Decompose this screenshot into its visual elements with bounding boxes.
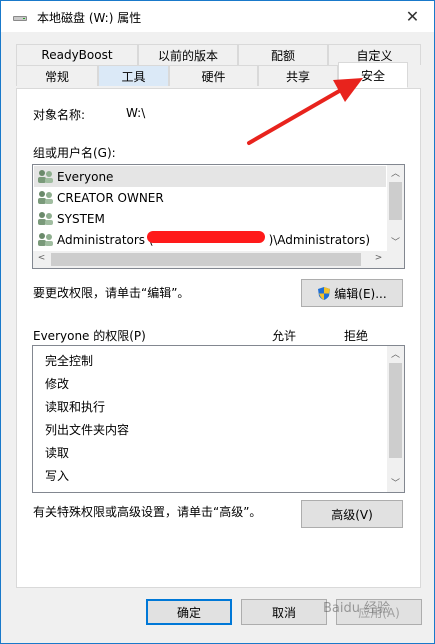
user-group-icon <box>37 211 54 226</box>
scroll-down-icon[interactable]: ﹀ <box>387 235 404 248</box>
users-listbox[interactable]: Everyone CREATOR OWNER SYSTEM Administra… <box>32 164 405 269</box>
scroll-right-icon[interactable]: > <box>370 253 387 263</box>
perm-write: 写入 <box>45 469 70 483</box>
edit-button[interactable]: 编辑(E)... <box>301 279 403 307</box>
edit-button-label: 编辑(E)... <box>334 286 387 301</box>
uac-shield-icon <box>318 286 331 300</box>
cancel-button[interactable]: 取消 <box>241 599 327 625</box>
title-bar: 本地磁盘 (W:) 属性 ✕ <box>1 1 434 32</box>
scroll-thumb[interactable] <box>389 363 402 458</box>
object-name-label: 对象名称: <box>33 108 86 122</box>
advanced-button[interactable]: 高级(V) <box>301 500 403 528</box>
tab-previous-versions[interactable]: 以前的版本 <box>138 44 238 65</box>
scroll-down-icon[interactable]: ﹀ <box>387 476 404 489</box>
users-vertical-scrollbar[interactable]: ︿ ﹀ <box>387 165 404 251</box>
tab-quota[interactable]: 配额 <box>238 44 328 65</box>
scroll-left-icon[interactable]: < <box>33 253 50 263</box>
user-group-icon <box>37 232 54 247</box>
permissions-scrollbar[interactable]: ︿ ﹀ <box>387 346 404 492</box>
watermark: Baidu 经验 <box>323 601 391 616</box>
user-item-label: Everyone <box>57 169 114 184</box>
user-item-label-suffix: )\Administrators) <box>268 232 371 247</box>
drive-icon <box>13 16 27 21</box>
annotation-arrow-icon <box>247 78 363 145</box>
user-item-label: SYSTEM <box>57 211 105 226</box>
redaction-mark <box>147 231 265 243</box>
properties-window: 本地磁盘 (W:) 属性 ✕ ReadyBoost 以前的版本 配额 自定义 常… <box>0 0 435 644</box>
users-horizontal-scrollbar[interactable]: < > <box>33 251 404 268</box>
allow-header: 允许 <box>272 329 297 343</box>
permissions-listbox[interactable]: 完全控制 修改 读取和执行 列出文件夹内容 读取 写入 ︿ ﹀ <box>32 345 405 493</box>
user-group-icon <box>37 169 54 184</box>
tab-tools[interactable]: 工具 <box>98 65 169 86</box>
perm-read-execute: 读取和执行 <box>45 400 106 414</box>
perm-read: 读取 <box>45 446 70 460</box>
edit-hint: 要更改权限，请单击“编辑”。 <box>33 286 190 300</box>
close-icon[interactable]: ✕ <box>391 1 434 32</box>
ok-button[interactable]: 确定 <box>146 599 232 625</box>
user-item-label: CREATOR OWNER <box>57 190 164 205</box>
advanced-hint: 有关特殊权限或高级设置，请单击“高级”。 <box>33 505 262 519</box>
tab-general[interactable]: 常规 <box>16 65 98 86</box>
user-item-creator-owner[interactable]: CREATOR OWNER <box>37 187 164 208</box>
scroll-thumb[interactable] <box>51 253 361 266</box>
perm-modify: 修改 <box>45 377 70 391</box>
deny-header: 拒绝 <box>344 329 369 343</box>
object-name-value: W:\ <box>126 106 146 120</box>
perm-list-folder: 列出文件夹内容 <box>45 423 130 437</box>
window-title: 本地磁盘 (W:) 属性 <box>37 11 142 25</box>
tab-readyboost[interactable]: ReadyBoost <box>16 44 138 65</box>
user-item-everyone[interactable]: Everyone <box>34 166 386 187</box>
user-item-label: Administrators ( <box>57 232 154 247</box>
scroll-up-icon[interactable]: ︿ <box>387 166 404 179</box>
user-group-icon <box>37 190 54 205</box>
scroll-up-icon[interactable]: ︿ <box>387 347 404 360</box>
scroll-thumb[interactable] <box>389 182 402 220</box>
users-label: 组或用户名(G): <box>33 146 116 160</box>
user-item-system[interactable]: SYSTEM <box>37 208 105 229</box>
perm-full-control: 完全控制 <box>45 354 94 368</box>
permissions-label: Everyone 的权限(P) <box>33 329 146 343</box>
